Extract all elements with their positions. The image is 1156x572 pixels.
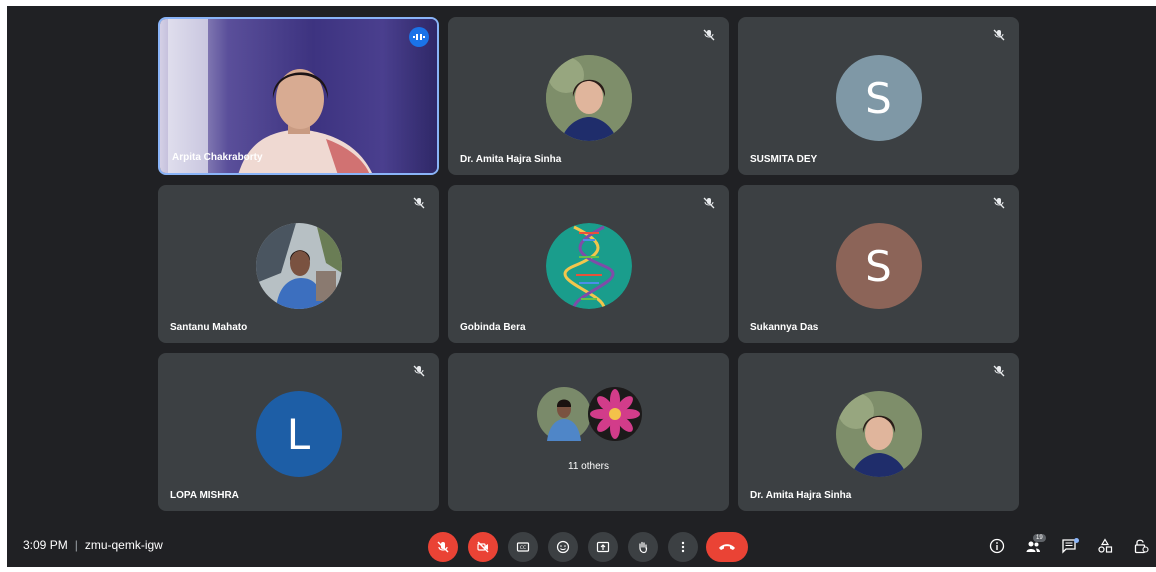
participant-name: Dr. Amita Hajra Sinha	[460, 154, 562, 165]
mic-muted-icon	[993, 365, 1005, 377]
participant-avatar-photo	[255, 223, 342, 309]
meeting-code: zmu-qemk-igw	[84, 538, 163, 552]
people-button[interactable]: 19	[1023, 534, 1046, 556]
mic-muted-icon	[413, 197, 425, 209]
chat-button[interactable]	[1059, 536, 1079, 556]
present-icon	[596, 541, 610, 553]
participant-name: LOPA MISHRA	[170, 490, 239, 501]
camera-toggle-button[interactable]	[468, 532, 498, 562]
mic-muted-icon	[703, 197, 715, 209]
participant-avatar-letter: S	[835, 223, 922, 309]
participant-tile[interactable]: Dr. Amita Hajra Sinha	[448, 17, 729, 175]
bottom-toolbar: 3:09 PM | zmu-qemk-igw CC 19	[7, 520, 1156, 567]
participant-avatar-photo	[545, 55, 632, 141]
meeting-info: 3:09 PM | zmu-qemk-igw	[23, 538, 163, 552]
participant-tile[interactable]: S Sukannya Das	[738, 185, 1019, 343]
meeting-info-separator: |	[74, 538, 78, 552]
hang-up-icon	[719, 544, 735, 550]
others-tile[interactable]: 11 others	[448, 353, 729, 511]
others-avatar-2	[588, 387, 642, 441]
participant-name: Santanu Mahato	[170, 322, 248, 333]
participant-avatar-letter: S	[835, 55, 922, 141]
mic-muted-icon	[703, 29, 715, 41]
captions-button[interactable]: CC	[508, 532, 538, 562]
meet-window: Arpita Chakraborty Dr. Amita Hajra Sinha…	[7, 6, 1156, 567]
others-count-label: 11 others	[568, 461, 609, 472]
participant-name: Gobinda Bera	[460, 322, 526, 333]
participant-name: Arpita Chakraborty	[172, 152, 263, 163]
svg-text:CC: CC	[520, 545, 526, 551]
captions-icon: CC	[516, 542, 530, 552]
reactions-button[interactable]	[548, 532, 578, 562]
mic-toggle-button[interactable]	[428, 532, 458, 562]
participant-tile[interactable]: Santanu Mahato	[158, 185, 439, 343]
participant-name: Sukannya Das	[750, 322, 819, 333]
meeting-details-button[interactable]	[987, 536, 1007, 556]
host-controls-icon	[1134, 539, 1149, 554]
avatar-initial: L	[286, 409, 311, 459]
emoji-icon	[556, 540, 570, 554]
more-options-button[interactable]	[668, 532, 698, 562]
mic-muted-icon	[993, 197, 1005, 209]
participant-avatar-photo	[835, 391, 922, 477]
mic-off-icon	[437, 541, 449, 553]
avatar-initial: S	[865, 241, 892, 291]
avatar-initial: S	[865, 73, 892, 123]
activities-button[interactable]	[1095, 536, 1115, 556]
chat-notification-dot	[1074, 538, 1079, 543]
more-options-icon	[681, 541, 685, 553]
mic-muted-icon	[413, 365, 425, 377]
raise-hand-button[interactable]	[628, 532, 658, 562]
raise-hand-icon	[639, 541, 648, 554]
meeting-time: 3:09 PM	[23, 538, 68, 552]
participant-tile[interactable]: Dr. Amita Hajra Sinha	[738, 353, 1019, 511]
others-avatar-1	[537, 387, 591, 441]
people-count-badge: 19	[1033, 534, 1046, 542]
activities-icon	[1098, 538, 1113, 553]
speaking-indicator-icon	[409, 27, 429, 47]
participant-tile[interactable]: L LOPA MISHRA	[158, 353, 439, 511]
participant-name: SUSMITA DEY	[750, 154, 818, 165]
host-controls-button[interactable]	[1131, 536, 1151, 556]
info-icon	[989, 538, 1005, 554]
participant-tile[interactable]: Gobinda Bera	[448, 185, 729, 343]
camera-off-icon	[477, 541, 489, 553]
participant-tile-video[interactable]: Arpita Chakraborty	[158, 17, 439, 175]
participant-tile[interactable]: S SUSMITA DEY	[738, 17, 1019, 175]
leave-call-button[interactable]	[706, 532, 748, 562]
present-button[interactable]	[588, 532, 618, 562]
mic-muted-icon	[993, 29, 1005, 41]
participant-avatar-letter: L	[255, 391, 342, 477]
participant-name: Dr. Amita Hajra Sinha	[750, 490, 852, 501]
participant-avatar-dna	[545, 223, 632, 309]
